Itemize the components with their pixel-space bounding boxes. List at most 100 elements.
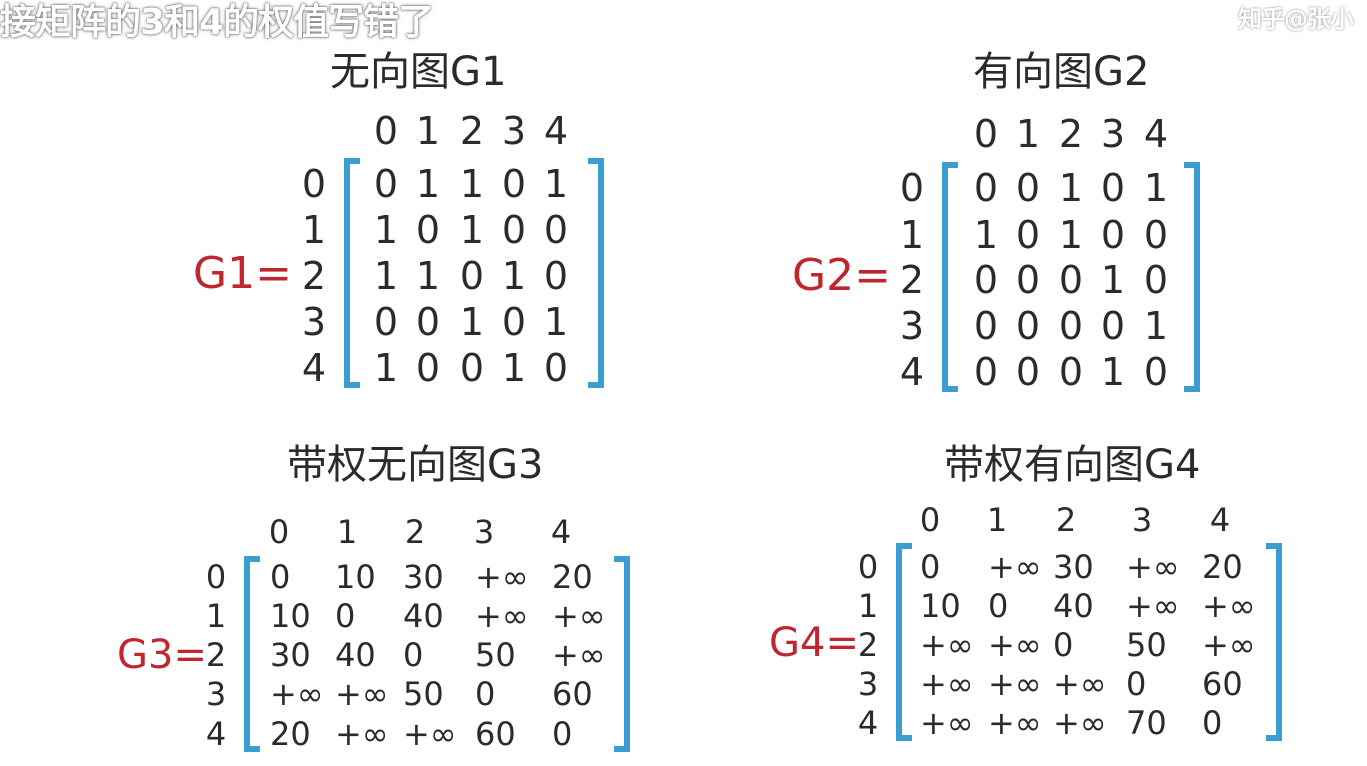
g2-row-index: 4 xyxy=(899,350,925,394)
g4-matrix-cell: +∞ xyxy=(920,626,974,664)
g2-matrix-cell: 0 xyxy=(973,258,999,302)
g2-col-header: 1 xyxy=(1015,112,1041,156)
g3-matrix-cell: 0 xyxy=(270,558,291,596)
g1-col-header: 1 xyxy=(415,109,441,153)
g3-matrix-cell: 0 xyxy=(475,675,496,713)
g2-matrix-cell: 0 xyxy=(1100,213,1126,257)
g2-matrix-cell: 0 xyxy=(1058,258,1084,302)
g3-matrix-cell: 10 xyxy=(270,597,311,635)
g3-matrix-cell: +∞ xyxy=(403,715,457,753)
g1-row-index: 2 xyxy=(301,254,327,298)
g3-row-index: 3 xyxy=(205,675,227,713)
g1-left-bracket xyxy=(344,158,360,388)
g1-matrix-cell: 0 xyxy=(459,254,485,298)
g2-matrix-cell: 0 xyxy=(1143,213,1169,257)
g4-col-header: 3 xyxy=(1131,501,1153,539)
g1-matrix-cell: 0 xyxy=(543,208,569,252)
g4-row-index: 1 xyxy=(857,587,879,625)
g2-matrix-cell: 0 xyxy=(1143,350,1169,394)
g1-matrix-cell: 1 xyxy=(501,254,527,298)
g3-matrix-cell: +∞ xyxy=(475,597,529,635)
g4-matrix-cell: +∞ xyxy=(1202,626,1256,664)
g1-col-header: 2 xyxy=(459,109,485,153)
g3-matrix-cell: 20 xyxy=(552,558,593,596)
g3-matrix-cell: 50 xyxy=(475,636,516,674)
g4-matrix-cell: +∞ xyxy=(988,704,1042,742)
g3-matrix-cell: +∞ xyxy=(270,675,324,713)
g2-matrix-cell: 1 xyxy=(1058,166,1084,210)
g3-col-header: 4 xyxy=(550,513,572,551)
g4-matrix-cell: 0 xyxy=(920,548,941,586)
g2-matrix-cell: 0 xyxy=(973,350,999,394)
g2-matrix-cell: 1 xyxy=(1143,166,1169,210)
g4-row-index: 0 xyxy=(857,548,879,586)
g3-matrix-cell: +∞ xyxy=(552,597,606,635)
g2-row-index: 2 xyxy=(899,258,925,302)
g3-matrix-cell: 30 xyxy=(403,558,444,596)
g4-matrix-cell: +∞ xyxy=(1053,704,1107,742)
g4-col-header: 0 xyxy=(919,501,941,539)
g4-matrix-cell: +∞ xyxy=(1126,587,1180,625)
g2-matrix-cell: 0 xyxy=(1015,213,1041,257)
g1-row-index: 1 xyxy=(301,208,327,252)
g4-matrix-cell: +∞ xyxy=(1053,665,1107,703)
g4-matrix-cell: +∞ xyxy=(1126,548,1180,586)
g3-matrix-cell: 40 xyxy=(335,636,376,674)
g4-right-bracket xyxy=(1266,543,1282,741)
g1-col-header: 3 xyxy=(501,109,527,153)
g1-col-header: 0 xyxy=(373,109,399,153)
g3-left-bracket xyxy=(244,556,260,752)
g2-matrix-cell: 0 xyxy=(1100,166,1126,210)
g3-row-index: 2 xyxy=(205,636,227,674)
g4-matrix-cell: 10 xyxy=(920,587,961,625)
g2-col-header: 4 xyxy=(1143,112,1169,156)
g2-matrix-cell: 1 xyxy=(1100,350,1126,394)
g1-matrix-cell: 0 xyxy=(415,346,441,390)
g4-row-index: 4 xyxy=(857,704,879,742)
g2-row-index: 3 xyxy=(899,304,925,348)
g1-matrix-cell: 0 xyxy=(501,208,527,252)
g1-matrix-cell: 1 xyxy=(543,162,569,206)
subtitle-caption: 接矩阵的3和4的权值写错了 xyxy=(0,2,434,43)
g2-matrix-cell: 0 xyxy=(1015,258,1041,302)
g2-right-bracket xyxy=(1184,162,1200,392)
g3-matrix-cell: +∞ xyxy=(335,715,389,753)
g4-matrix-cell: +∞ xyxy=(988,626,1042,664)
g4-matrix-cell: +∞ xyxy=(920,704,974,742)
g2-matrix-cell: 0 xyxy=(973,304,999,348)
g2-matrix-cell: 0 xyxy=(1015,166,1041,210)
g4-row-index: 2 xyxy=(857,626,879,664)
g4-matrix-cell: +∞ xyxy=(1202,587,1256,625)
g3-col-header: 1 xyxy=(336,513,358,551)
g4-matrix-cell: 0 xyxy=(988,587,1009,625)
watermark: 知乎@张小 xyxy=(1238,5,1354,33)
g1-matrix-cell: 1 xyxy=(373,208,399,252)
g2-left-bracket xyxy=(942,162,958,392)
g2-matrix-cell: 0 xyxy=(1015,350,1041,394)
g3-row-index: 1 xyxy=(205,597,227,635)
g1-matrix-cell: 1 xyxy=(501,346,527,390)
g1-matrix-cell: 0 xyxy=(543,254,569,298)
g4-col-header: 1 xyxy=(986,501,1008,539)
g1-matrix-cell: 1 xyxy=(373,346,399,390)
g4-col-header: 2 xyxy=(1055,501,1077,539)
g3-matrix-cell: 60 xyxy=(552,675,593,713)
g3-matrix-cell: 10 xyxy=(335,558,376,596)
g1-matrix-cell: 0 xyxy=(415,300,441,344)
g4-left-bracket xyxy=(896,543,912,741)
g4-matrix-cell: 0 xyxy=(1053,626,1074,664)
g1-row-index: 4 xyxy=(301,346,327,390)
g4-matrix-cell: 0 xyxy=(1202,704,1223,742)
g3-label: G3= xyxy=(117,632,207,678)
g2-matrix-cell: 0 xyxy=(1058,350,1084,394)
g2-col-header: 2 xyxy=(1058,112,1084,156)
g1-matrix-cell: 0 xyxy=(459,346,485,390)
g3-matrix-cell: 0 xyxy=(403,636,424,674)
g4-label: G4= xyxy=(769,620,859,666)
g3-matrix-cell: 0 xyxy=(335,597,356,635)
g2-col-header: 0 xyxy=(973,112,999,156)
g2-matrix-cell: 1 xyxy=(1143,304,1169,348)
g3-matrix-cell: 20 xyxy=(270,715,311,753)
g4-matrix-cell: +∞ xyxy=(920,665,974,703)
g4-matrix-cell: 30 xyxy=(1053,548,1094,586)
